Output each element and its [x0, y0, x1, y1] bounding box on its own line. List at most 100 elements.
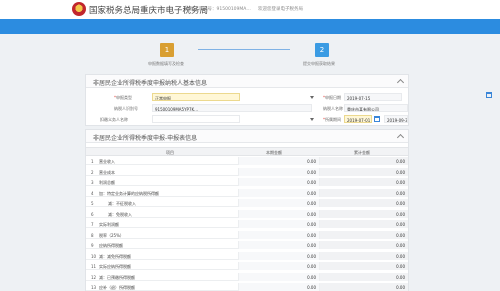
header-info-taxid: 纳税人识别号：91500109MA…	[185, 7, 251, 12]
table-row: 6 减：免税收入 0.00 0.00	[86, 209, 408, 218]
cumulative-amount-cell: 0.00	[319, 157, 408, 165]
table-row: 10 减：减免所得税额 0.00 0.00	[86, 251, 408, 260]
table-row: 4 加：特定业务计算的应纳税所得额 0.00 0.00	[86, 188, 408, 197]
table-row: 13 应补（退）所得税额 0.00 0.00	[86, 283, 408, 291]
row-item-name: 减：减免所得税额	[99, 253, 131, 259]
withholding-agent-select[interactable]	[152, 115, 240, 123]
collapse-chevron-icon[interactable]	[397, 78, 403, 84]
cumulative-amount-value: 0.00	[396, 222, 405, 227]
current-amount-cell[interactable]: 0.00	[238, 241, 319, 249]
panel-title: 非居民企业所得税季度申报-申报表信息	[93, 135, 198, 142]
step-indicator: 1 2 申报数据填写及检查 提交申报获取结果	[0, 34, 500, 69]
period-end-field[interactable]: 2019-09-30	[384, 115, 408, 123]
table-row: 8 税率（25%） 0.00 0.00	[86, 230, 408, 239]
row-number: 7	[91, 222, 94, 227]
declaration-type-select[interactable]: 正常申报	[152, 93, 240, 101]
current-amount-cell[interactable]: 0.00	[238, 272, 319, 281]
step-1-label: 申报数据填写及检查	[148, 61, 184, 66]
current-amount-value: 0.00	[307, 285, 316, 290]
cumulative-amount-cell: 0.00	[319, 178, 408, 186]
cumulative-amount-cell: 0.00	[319, 262, 408, 270]
calendar-icon[interactable]	[486, 92, 492, 98]
current-amount-cell[interactable]: 0.00	[238, 220, 319, 228]
row-item-name: 减：免税收入	[108, 211, 132, 217]
current-amount-cell[interactable]: 0.00	[238, 167, 319, 176]
cumulative-amount-cell: 0.00	[319, 241, 408, 249]
form-row: 扣缴义务人名称 *所属期间 2019-07-01 2019-09-30	[86, 114, 408, 124]
current-amount-cell[interactable]: 0.00	[238, 262, 319, 270]
row-number: 9	[91, 243, 94, 248]
form-row: 纳税人识别号 91500109MA5YP7K… 纳税人名称 重庆市某有限公司	[86, 103, 408, 113]
current-amount-value: 0.00	[307, 201, 316, 206]
declaration-table-header[interactable]: 非居民企业所得税季度申报-申报表信息	[86, 130, 408, 143]
collapse-chevron-icon[interactable]	[397, 133, 403, 139]
row-item-name: 应纳所得税额	[99, 243, 123, 248]
period-start-field[interactable]: 2019-07-01	[344, 115, 372, 123]
row-number: 6	[91, 211, 94, 217]
row-item-name: 加：特定业务计算的应纳税所得额	[99, 190, 159, 196]
nav-bar	[0, 19, 500, 34]
cumulative-amount-value: 0.00	[396, 264, 405, 269]
row-number: 4	[91, 190, 94, 196]
taxpayer-info-header[interactable]: 非居民企业所得税季度申报纳税人基本信息	[86, 75, 408, 88]
cumulative-amount-value: 0.00	[396, 232, 405, 238]
cumulative-amount-value: 0.00	[396, 253, 405, 259]
current-amount-cell[interactable]: 0.00	[238, 251, 319, 260]
cumulative-amount-value: 0.00	[396, 274, 405, 280]
cumulative-amount-cell: 0.00	[319, 209, 408, 218]
row-item-name: 税率（25%）	[99, 232, 124, 238]
chevron-down-icon[interactable]	[310, 118, 314, 121]
cumulative-amount-value: 0.00	[396, 243, 405, 248]
row-number: 10	[91, 253, 97, 259]
table-header-row: 项目 本期金额 累计金额	[86, 147, 408, 156]
cumulative-amount-value: 0.00	[396, 201, 405, 206]
table-row: 12 减：已预缴所得税额 0.00 0.00	[86, 272, 408, 281]
chevron-down-icon[interactable]	[310, 96, 314, 99]
taxpayer-info-panel: 非居民企业所得税季度申报纳税人基本信息 *申报类型 正常申报 *申报日期 201…	[85, 74, 492, 126]
current-amount-cell[interactable]: 0.00	[238, 178, 319, 186]
row-item-name: 营业收入	[99, 159, 115, 164]
column-header-item: 项目	[166, 150, 174, 155]
step-2-badge: 2	[315, 43, 329, 57]
table-row: 3 利润总额 0.00 0.00	[86, 178, 408, 186]
row-item-name: 实际应纳所得税额	[99, 264, 131, 269]
column-header-current: 本期金额	[266, 150, 282, 155]
column-header-cumulative: 累计金额	[354, 150, 370, 155]
form-row: *申报类型 正常申报 *申报日期 2019-07-15	[86, 92, 492, 102]
current-amount-value: 0.00	[307, 180, 316, 185]
current-amount-value: 0.00	[307, 264, 316, 269]
row-item-name: 利润总额	[99, 180, 115, 185]
withholding-agent-label: 扣缴义务人名称	[100, 117, 128, 122]
taxpayer-id-field: 91500109MA5YP7K…	[152, 104, 312, 112]
current-amount-value: 0.00	[307, 169, 316, 175]
row-item-name: 减：已预缴所得税额	[99, 274, 135, 280]
cumulative-amount-value: 0.00	[396, 190, 405, 196]
cumulative-amount-cell: 0.00	[319, 220, 408, 228]
cumulative-amount-cell: 0.00	[319, 230, 408, 239]
row-item-name: 营业成本	[99, 169, 115, 175]
cumulative-amount-value: 0.00	[396, 159, 405, 164]
cumulative-amount-cell: 0.00	[319, 167, 408, 176]
table-row: 11 实际应纳所得税额 0.00 0.00	[86, 262, 408, 270]
table-row: 2 营业成本 0.00 0.00	[86, 167, 408, 176]
row-number: 1	[91, 159, 94, 164]
tax-period-label: *所属期间	[323, 117, 341, 122]
cumulative-amount-value: 0.00	[396, 180, 405, 185]
current-amount-cell[interactable]: 0.00	[238, 157, 319, 165]
declaration-date-field[interactable]: 2019-07-15	[344, 93, 402, 101]
current-amount-value: 0.00	[307, 211, 316, 217]
cumulative-amount-value: 0.00	[396, 211, 405, 217]
current-amount-cell[interactable]: 0.00	[238, 188, 319, 197]
tax-emblem-icon	[72, 2, 86, 16]
current-amount-cell[interactable]: 0.00	[238, 283, 319, 291]
current-amount-value: 0.00	[307, 159, 316, 164]
current-amount-cell[interactable]: 0.00	[238, 199, 319, 207]
row-number: 2	[91, 169, 94, 175]
table-row: 9 应纳所得税额 0.00 0.00	[86, 241, 408, 249]
current-amount-cell[interactable]: 0.00	[238, 209, 319, 218]
panel-title: 非居民企业所得税季度申报纳税人基本信息	[93, 80, 208, 87]
calendar-icon[interactable]	[374, 116, 380, 122]
current-amount-cell[interactable]: 0.00	[238, 230, 319, 239]
row-number: 5	[91, 201, 94, 206]
row-item-name: 减：不征税收入	[108, 201, 136, 206]
